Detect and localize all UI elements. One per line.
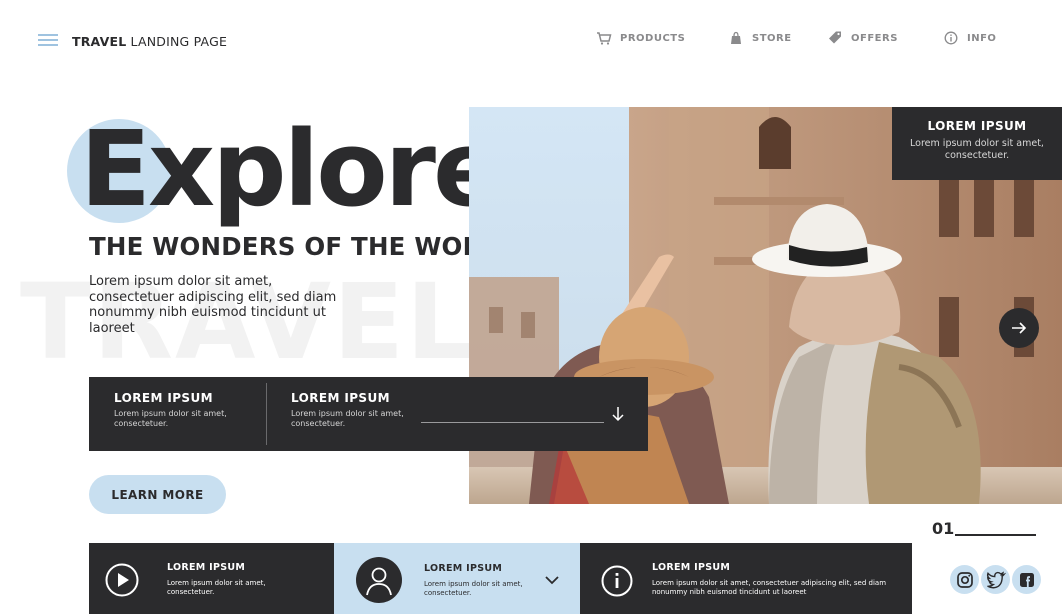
- nav-info[interactable]: INFO: [943, 30, 996, 46]
- info-circle-icon[interactable]: [601, 565, 633, 597]
- nav-store[interactable]: STORE: [728, 30, 792, 46]
- bottom-card-user[interactable]: LOREM IPSUM Lorem ipsum dolor sit amet, …: [334, 543, 580, 614]
- brand-title: TRAVEL LANDING PAGE: [72, 34, 228, 49]
- slide-number: 01: [932, 519, 955, 538]
- arrow-right-icon: [1012, 322, 1027, 334]
- hero-subtitle: THE WONDERS OF THE WORLD: [89, 232, 518, 261]
- info-col-2: LOREM IPSUM Lorem ipsum dolor sit amet, …: [291, 391, 404, 428]
- next-slide-button[interactable]: [999, 308, 1039, 348]
- bottom-card-play[interactable]: LOREM IPSUM Lorem ipsum dolor sit amet, …: [89, 543, 334, 614]
- bottom-card-info[interactable]: LOREM IPSUM Lorem ipsum dolor sit amet, …: [580, 543, 912, 614]
- info-divider: [266, 383, 267, 445]
- facebook-button[interactable]: [1012, 565, 1041, 594]
- hero-lead-text: Lorem ipsum dolor sit amet, consectetuer…: [89, 274, 337, 336]
- hamburger-menu-icon[interactable]: [38, 34, 58, 47]
- nav-products[interactable]: PRODUCTS: [596, 30, 685, 46]
- facebook-icon: [1019, 572, 1034, 587]
- nav-offers[interactable]: OFFERS: [827, 30, 898, 46]
- cart-icon: [597, 32, 612, 45]
- slide-progress-line: [955, 534, 1036, 536]
- tag-icon: [829, 31, 841, 44]
- user-icon[interactable]: [356, 557, 402, 603]
- play-icon[interactable]: [105, 563, 139, 597]
- twitter-button[interactable]: [981, 565, 1010, 594]
- arrow-down-icon[interactable]: [609, 405, 627, 423]
- instagram-icon: [956, 571, 973, 588]
- info-icon: [944, 31, 958, 45]
- info-underline: [421, 422, 604, 423]
- info-col-1: LOREM IPSUM Lorem ipsum dolor sit amet, …: [114, 391, 227, 428]
- twitter-icon: [986, 570, 1006, 588]
- photo-info-box: LOREM IPSUM Lorem ipsum dolor sit amet, …: [892, 107, 1062, 180]
- info-bar: LOREM IPSUM Lorem ipsum dolor sit amet, …: [89, 377, 648, 451]
- hero-title: Explore: [80, 108, 503, 230]
- bag-icon: [731, 31, 741, 44]
- chevron-down-icon[interactable]: [544, 574, 560, 586]
- instagram-button[interactable]: [950, 565, 979, 594]
- learn-more-button[interactable]: LEARN MORE: [89, 475, 226, 514]
